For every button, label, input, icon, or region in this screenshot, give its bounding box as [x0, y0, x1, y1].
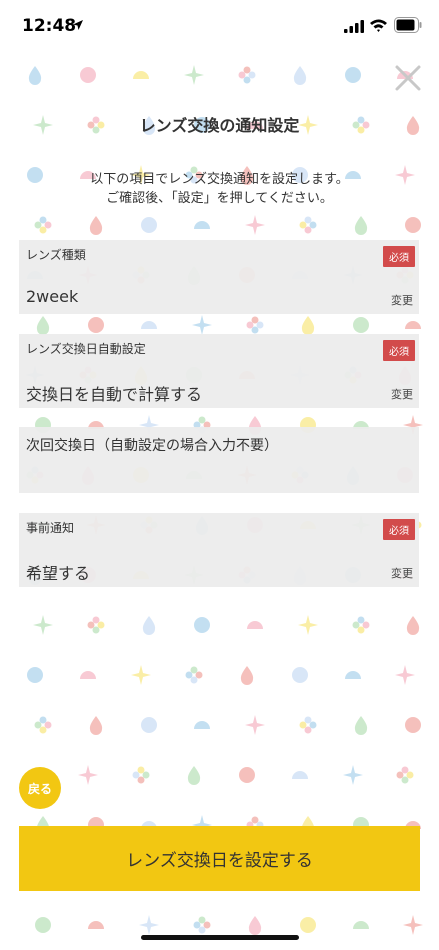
field-label: 次回交換日（自動設定の場合入力不要）	[26, 438, 278, 454]
auto-date-field[interactable]: レンズ交換日自動設定 必須 交換日を自動で計算する 変更	[19, 334, 419, 408]
pattern-sparkle-28	[245, 215, 265, 235]
pattern-dome-117	[292, 771, 308, 779]
pattern-flower-29	[299, 216, 317, 234]
pattern-dome-27	[194, 221, 210, 229]
pattern-flower-104	[34, 716, 52, 734]
pattern-circle-6	[345, 67, 361, 83]
pattern-dome-47	[405, 321, 421, 329]
intro-line-2: ご確認後、「設定」を押してください。	[106, 191, 333, 206]
field-value: 希望する	[26, 564, 91, 583]
location-arrow-icon	[73, 20, 83, 30]
pattern-circle-116	[239, 767, 255, 783]
pattern-drop-0	[28, 66, 42, 85]
pattern-circle-141	[300, 917, 316, 933]
field-value: 2week	[26, 287, 79, 306]
pattern-flower-89	[87, 616, 105, 634]
change-link[interactable]: 変更	[391, 292, 413, 308]
pattern-circle-31	[405, 217, 421, 233]
pattern-circle-91	[194, 617, 210, 633]
pattern-sparkle-118	[343, 765, 363, 785]
pattern-drop-90	[142, 616, 156, 635]
pattern-flower-24	[34, 216, 52, 234]
pattern-sparkle-43	[192, 315, 212, 335]
pattern-circle-111	[405, 717, 421, 733]
pattern-dome-97	[80, 671, 96, 679]
pattern-flower-44	[246, 316, 264, 334]
pattern-drop-30	[354, 216, 368, 235]
pattern-flower-109	[299, 716, 317, 734]
pattern-drop-95	[406, 616, 420, 635]
field-label: レンズ交換日自動設定	[26, 342, 146, 356]
pattern-dome-102	[345, 671, 361, 679]
change-link[interactable]: 変更	[391, 386, 413, 402]
pattern-circle-41	[88, 317, 104, 333]
intro-text: 以下の項目でレンズ交換通知を設定します。 ご確認後、「設定」を押してください。	[0, 170, 439, 208]
page-title: レンズ交換の通知設定	[139, 116, 300, 135]
pattern-dome-2	[133, 71, 149, 79]
pattern-dome-107	[194, 721, 210, 729]
pattern-dome-42	[141, 321, 157, 329]
required-badge: 必須	[383, 246, 415, 267]
pattern-circle-1	[80, 67, 96, 83]
close-icon[interactable]	[392, 62, 424, 94]
battery-icon	[394, 17, 422, 33]
pattern-flower-94	[352, 616, 370, 634]
pattern-circle-106	[141, 717, 157, 733]
required-badge: 必須	[383, 340, 415, 361]
advance-notice-field[interactable]: 事前通知 必須 希望する 変更	[19, 513, 419, 587]
status-bar: 12:48	[0, 0, 439, 52]
change-link[interactable]: 変更	[391, 565, 413, 581]
pattern-dome-142	[353, 921, 369, 929]
pattern-circle-101	[292, 667, 308, 683]
cellular-signal-icon	[344, 20, 364, 33]
pattern-circle-46	[353, 317, 369, 333]
lens-type-field[interactable]: レンズ種類 必須 2week 変更	[19, 240, 419, 314]
field-label: 事前通知	[26, 521, 75, 535]
pattern-flower-99	[185, 666, 203, 684]
pattern-circle-136	[35, 917, 51, 933]
pattern-sparkle-3	[184, 65, 204, 85]
pattern-drop-40	[36, 316, 50, 335]
pattern-sparkle-103	[395, 665, 415, 685]
pattern-sparkle-98	[131, 665, 151, 685]
pattern-sparkle-108	[245, 715, 265, 735]
pattern-dome-137	[88, 921, 104, 929]
field-label: レンズ種類	[26, 248, 86, 262]
home-indicator	[141, 935, 299, 940]
back-button[interactable]: 戻る	[19, 767, 61, 809]
pattern-drop-140	[248, 916, 262, 935]
pattern-drop-105	[89, 716, 103, 735]
pattern-sparkle-113	[78, 765, 98, 785]
pattern-drop-110	[354, 716, 368, 735]
field-value: 交換日を自動で計算する	[26, 385, 203, 404]
pattern-sparkle-143	[403, 915, 423, 935]
pattern-flower-119	[396, 766, 414, 784]
pattern-sparkle-88	[33, 615, 53, 635]
next-exchange-date-field[interactable]: 次回交換日（自動設定の場合入力不要）	[19, 427, 419, 493]
pattern-circle-96	[27, 667, 43, 683]
pattern-drop-5	[293, 66, 307, 85]
status-time: 12:48	[22, 16, 77, 36]
required-badge: 必須	[383, 519, 415, 540]
pattern-drop-25	[89, 216, 103, 235]
pattern-drop-115	[187, 766, 201, 785]
pattern-flower-139	[193, 916, 211, 934]
pattern-flower-4	[238, 66, 256, 84]
set-exchange-date-button[interactable]: レンズ交換日を設定する	[19, 826, 420, 891]
pattern-drop-100	[240, 666, 254, 685]
wifi-icon	[370, 19, 387, 32]
pattern-sparkle-93	[298, 615, 318, 635]
pattern-sparkle-138	[139, 915, 159, 935]
pattern-drop-45	[301, 316, 315, 335]
intro-line-1: 以下の項目でレンズ交換通知を設定します。	[90, 172, 349, 187]
pattern-dome-92	[247, 621, 263, 629]
pattern-flower-114	[132, 766, 150, 784]
pattern-circle-26	[141, 217, 157, 233]
